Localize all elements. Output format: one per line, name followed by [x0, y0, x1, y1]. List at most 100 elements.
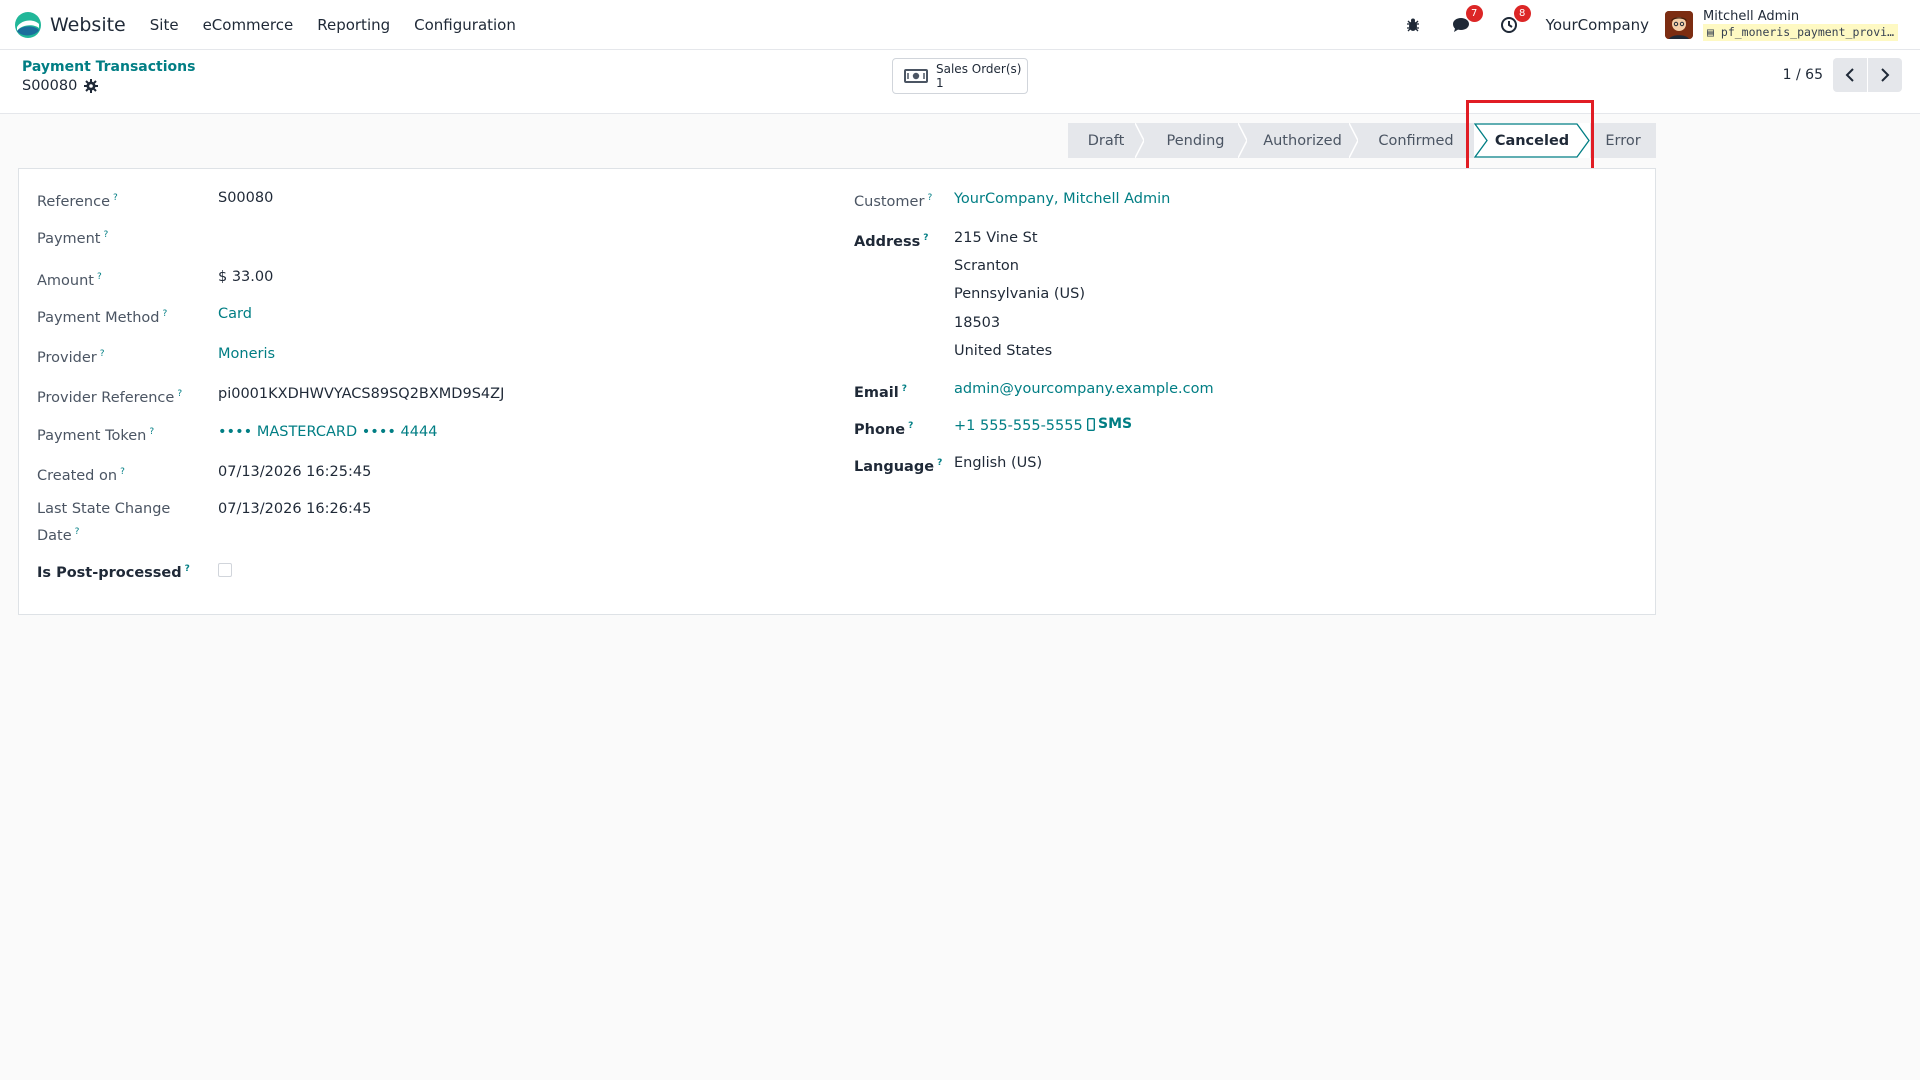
- help-icon[interactable]: ?: [149, 427, 154, 437]
- provider-link[interactable]: Moneris: [218, 343, 275, 366]
- amount-label: Amount?: [37, 266, 102, 293]
- sales-orders-smart-button[interactable]: Sales Order(s) 1: [892, 58, 1028, 94]
- payment-method-link[interactable]: Card: [218, 303, 252, 326]
- chevron-left-icon: [1845, 68, 1854, 82]
- mobile-icon: [1087, 417, 1095, 431]
- payment-label: Payment?: [37, 224, 108, 251]
- payment-label-text: Payment: [37, 230, 101, 247]
- provider-reference-value: pi0001KXDHWVYACS89SQ2BXMD9S4ZJ: [218, 386, 505, 402]
- help-icon[interactable]: ?: [908, 421, 913, 431]
- is-post-processed-checkbox[interactable]: [218, 563, 232, 577]
- created-on-label: Created on?: [37, 461, 125, 488]
- pager: 1 / 65: [1783, 58, 1902, 92]
- is-post-processed-label: Is Post-processed?: [37, 558, 190, 585]
- stage-label: Error: [1605, 132, 1641, 149]
- created-on-value: 07/13/2026 16:25:45: [218, 464, 372, 480]
- help-icon[interactable]: ?: [113, 193, 118, 203]
- provider-label: Provider?: [37, 343, 104, 370]
- stage-error[interactable]: Error: [1590, 123, 1656, 158]
- help-icon[interactable]: ?: [177, 389, 182, 399]
- address-city: Scranton: [954, 258, 1019, 274]
- sms-button[interactable]: SMS: [1087, 416, 1132, 432]
- help-icon[interactable]: ?: [923, 233, 928, 243]
- help-icon[interactable]: ?: [927, 193, 932, 203]
- form-sheet: Reference? S00080 Payment? Amount? $ 33.…: [18, 168, 1656, 615]
- stage-label: Pending: [1166, 132, 1225, 149]
- activities-clock-icon[interactable]: 8: [1498, 5, 1531, 36]
- language-label: Language?: [854, 452, 942, 479]
- amount-value: $ 33.00: [218, 269, 274, 285]
- sms-label: SMS: [1098, 416, 1133, 432]
- address-zip: 18503: [954, 315, 1001, 331]
- payment-token-label: Payment Token?: [37, 421, 154, 448]
- reference-label: Reference?: [37, 187, 118, 214]
- customer-label-text: Customer: [854, 193, 925, 210]
- help-icon[interactable]: ?: [97, 272, 102, 282]
- pager-next-button[interactable]: [1868, 58, 1902, 92]
- user-menu[interactable]: Mitchell Admin ▤ pf_moneris_payment_prov…: [1703, 9, 1898, 41]
- email-label: Email?: [854, 378, 907, 405]
- address-state: Pennsylvania (US): [954, 286, 1086, 302]
- database-name-text: pf_moneris_payment_provi…: [1720, 25, 1894, 39]
- help-icon[interactable]: ?: [937, 458, 942, 468]
- provider-reference-label: Provider Reference?: [37, 383, 182, 410]
- language-value: English (US): [954, 455, 1043, 471]
- menu-item-configuration[interactable]: Configuration: [414, 16, 516, 34]
- pager-value[interactable]: 1 / 65: [1783, 67, 1823, 83]
- highlight-box: [1466, 100, 1594, 174]
- top-navbar: Website Site eCommerce Reporting Configu…: [0, 0, 1920, 50]
- last-state-change-label-text2: Date: [37, 527, 72, 544]
- user-name: Mitchell Admin: [1703, 9, 1800, 24]
- help-icon[interactable]: ?: [902, 384, 907, 394]
- address-label-text: Address: [854, 233, 921, 250]
- app-brand[interactable]: Website: [14, 11, 126, 39]
- reference-label-text: Reference: [37, 193, 111, 210]
- stage-draft[interactable]: Draft: [1068, 123, 1145, 158]
- company-switcher[interactable]: YourCompany: [1546, 16, 1649, 34]
- smart-button-count: 1: [936, 76, 944, 90]
- help-icon[interactable]: ?: [100, 349, 105, 359]
- language-label-text: Language: [854, 458, 935, 475]
- gear-icon[interactable]: [84, 79, 99, 93]
- last-state-change-value: 07/13/2026 16:26:45: [218, 501, 372, 517]
- odoo-logo-icon: [15, 11, 41, 38]
- payment-token-link[interactable]: •••• MASTERCARD •••• 4444: [218, 421, 437, 444]
- help-icon[interactable]: ?: [103, 230, 108, 240]
- stage-label: Draft: [1087, 132, 1125, 149]
- stage-confirmed[interactable]: Confirmed: [1358, 123, 1474, 158]
- payment-method-label: Payment Method?: [37, 303, 167, 330]
- provider-reference-label-text: Provider Reference: [37, 389, 175, 406]
- help-icon[interactable]: ?: [75, 527, 80, 537]
- smart-button-text: Sales Order(s) 1: [936, 62, 1021, 90]
- payment-method-label-text: Payment Method: [37, 309, 160, 326]
- messages-count-badge: 7: [1465, 5, 1483, 22]
- menu-item-reporting[interactable]: Reporting: [317, 16, 390, 34]
- is-post-processed-label-text: Is Post-processed: [37, 564, 182, 581]
- customer-link[interactable]: YourCompany, Mitchell Admin: [954, 188, 1170, 211]
- money-icon: [904, 69, 928, 83]
- help-icon[interactable]: ?: [185, 564, 190, 574]
- record-title: S00080: [22, 78, 99, 94]
- messages-chat-icon[interactable]: 7: [1450, 5, 1483, 36]
- user-avatar[interactable]: [1665, 11, 1694, 39]
- menu-item-site[interactable]: Site: [150, 16, 179, 34]
- help-icon[interactable]: ?: [162, 309, 167, 319]
- pager-previous-button[interactable]: [1833, 58, 1867, 92]
- stage-pending[interactable]: Pending: [1144, 123, 1248, 158]
- last-state-change-label-line2: Date?: [37, 521, 79, 548]
- database-name: ▤ pf_moneris_payment_provi…: [1703, 24, 1898, 41]
- app-name: Website: [50, 13, 126, 36]
- menu-item-ecommerce[interactable]: eCommerce: [203, 16, 294, 34]
- email-link[interactable]: admin@yourcompany.example.com: [954, 378, 1214, 401]
- main-menu: Site eCommerce Reporting Configuration: [150, 16, 540, 34]
- control-panel: Payment Transactions S00080 Sales Order(…: [0, 50, 1920, 114]
- address-country: United States: [954, 343, 1053, 359]
- provider-label-text: Provider: [37, 349, 97, 366]
- breadcrumb-payment-transactions[interactable]: Payment Transactions: [22, 59, 195, 75]
- help-icon[interactable]: ?: [120, 467, 125, 477]
- phone-link[interactable]: +1 555-555-5555: [954, 415, 1083, 438]
- customer-label: Customer?: [854, 187, 932, 214]
- stage-authorized[interactable]: Authorized: [1247, 123, 1359, 158]
- debug-bug-icon[interactable]: [1402, 14, 1424, 36]
- smart-button-label: Sales Order(s): [936, 62, 1022, 76]
